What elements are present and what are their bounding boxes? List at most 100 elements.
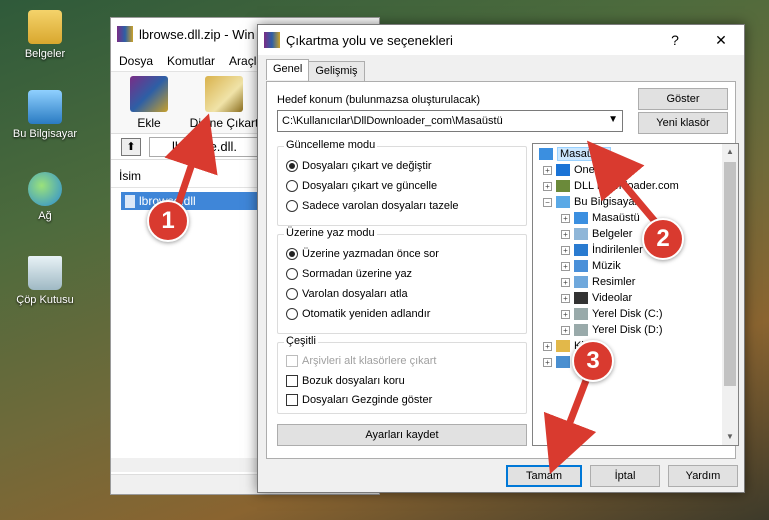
scroll-thumb[interactable] bbox=[724, 162, 736, 386]
tree-node-label: Belgeler bbox=[592, 228, 633, 240]
desktop-icon-belgeler[interactable]: Belgeler bbox=[0, 10, 90, 60]
menu-dosya[interactable]: Dosya bbox=[119, 54, 153, 68]
expand-icon[interactable]: + bbox=[561, 245, 570, 255]
desktop-icon bbox=[574, 212, 588, 224]
update-mode-group: Güncelleme modu Dosyaları çıkart ve deği… bbox=[277, 139, 527, 226]
user-icon bbox=[556, 180, 570, 192]
scroll-down-icon[interactable]: ▼ bbox=[722, 429, 738, 445]
help-button[interactable]: Yardım bbox=[668, 465, 738, 487]
misc-group: Çeşitli Arşivleri alt klasörlere çıkart … bbox=[277, 335, 527, 414]
new-folder-button[interactable]: Yeni klasör bbox=[638, 112, 728, 134]
tree-node-label: Yerel Disk (C:) bbox=[592, 308, 663, 320]
option-label: Dosyaları çıkart ve güncelle bbox=[302, 180, 438, 192]
tree-node[interactable]: + DLL Downloader.com bbox=[543, 178, 679, 194]
radio-icon bbox=[286, 180, 298, 192]
expand-icon[interactable]: + bbox=[561, 213, 570, 223]
expand-icon[interactable]: + bbox=[561, 229, 570, 239]
menu-komutlar[interactable]: Komutlar bbox=[167, 54, 215, 68]
extract-button-label: Dizine Çıkart bbox=[189, 116, 259, 130]
tree-node[interactable]: − Bu Bilgisayar bbox=[543, 194, 638, 210]
desktop-icon-cop-kutusu[interactable]: Çöp Kutusu bbox=[0, 256, 90, 306]
tree-node-label: Resimler bbox=[592, 276, 636, 288]
overwrite-option-no-prompt[interactable]: Sormadan üzerine yaz bbox=[286, 268, 412, 280]
tree-node-label: OneDr bbox=[574, 164, 607, 176]
option-label: Sadece varolan dosyaları tazele bbox=[302, 200, 459, 212]
update-option-freshen[interactable]: Sadece varolan dosyaları tazele bbox=[286, 200, 459, 212]
misc-option-keep-broken[interactable]: Bozuk dosyaları koru bbox=[286, 375, 405, 387]
expand-icon[interactable]: + bbox=[543, 341, 552, 351]
tree-node[interactable]: + Videolar bbox=[561, 290, 632, 306]
close-icon[interactable]: ✕ bbox=[698, 25, 744, 55]
winrar-title: lbrowse.dll.zip - Win bbox=[139, 26, 255, 42]
option-label: Arşivleri alt klasörlere çıkart bbox=[302, 355, 437, 367]
destination-path-combo[interactable]: C:\Kullanıcılar\DllDownloader_com\Masaüs… bbox=[277, 110, 623, 132]
expand-icon[interactable]: + bbox=[561, 325, 570, 335]
destination-path-value: C:\Kullanıcılar\DllDownloader_com\Masaüs… bbox=[282, 115, 503, 127]
option-label: Otomatik yeniden adlandır bbox=[302, 308, 431, 320]
pictures-icon bbox=[574, 276, 588, 288]
desktop-icon-ag[interactable]: Ağ bbox=[0, 172, 90, 222]
collapse-icon[interactable]: − bbox=[543, 197, 552, 207]
tree-node[interactable]: + Masaüstü bbox=[561, 210, 640, 226]
update-option-extract-replace[interactable]: Dosyaları çıkart ve değiştir bbox=[286, 160, 432, 172]
save-settings-button[interactable]: Ayarları kaydet bbox=[277, 424, 527, 446]
tree-node[interactable]: + Yerel Disk (C:) bbox=[561, 306, 663, 322]
drive-icon bbox=[574, 324, 588, 336]
tree-node[interactable]: + Müzik bbox=[561, 258, 621, 274]
network-icon bbox=[556, 356, 570, 368]
tree-node-label: İndirilenler bbox=[592, 244, 643, 256]
dialog-title: Çıkartma yolu ve seçenekleri bbox=[286, 32, 453, 48]
overwrite-option-skip[interactable]: Varolan dosyaları atla bbox=[286, 288, 408, 300]
folder-tree[interactable]: ▲ ▼ Masaüstü + OneDr + DLL Downloader.com − Bu… bbox=[532, 143, 739, 446]
expand-icon[interactable]: + bbox=[561, 309, 570, 319]
extract-to-button[interactable]: Dizine Çıkart bbox=[189, 76, 259, 130]
tree-node[interactable]: Masaüstü bbox=[539, 146, 611, 162]
overwrite-mode-title: Üzerine yaz modu bbox=[284, 227, 377, 239]
update-option-extract-update[interactable]: Dosyaları çıkart ve güncelle bbox=[286, 180, 437, 192]
overwrite-option-ask[interactable]: Üzerine yazmadan önce sor bbox=[286, 248, 439, 260]
radio-icon bbox=[286, 268, 298, 280]
expand-icon[interactable]: + bbox=[543, 181, 552, 191]
overwrite-mode-group: Üzerine yaz modu Üzerine yazmadan önce s… bbox=[277, 227, 527, 334]
checkbox-icon bbox=[286, 375, 298, 387]
expand-icon[interactable]: + bbox=[561, 261, 570, 271]
music-icon bbox=[574, 260, 588, 272]
cancel-button[interactable]: İptal bbox=[590, 465, 660, 487]
tree-node[interactable]: + Yerel Disk (D:) bbox=[561, 322, 663, 338]
expand-icon[interactable]: + bbox=[543, 357, 552, 367]
tree-node[interactable]: + İndirilenler bbox=[561, 242, 643, 258]
option-label: Varolan dosyaları atla bbox=[302, 288, 408, 300]
radio-icon bbox=[286, 308, 298, 320]
tree-scrollbar[interactable]: ▲ ▼ bbox=[722, 144, 738, 445]
expand-icon[interactable]: + bbox=[561, 293, 570, 303]
expand-icon[interactable]: + bbox=[561, 277, 570, 287]
add-button[interactable]: Ekle bbox=[123, 76, 175, 130]
tree-node-label: Bu Bilgisayar bbox=[574, 196, 639, 208]
overwrite-option-rename[interactable]: Otomatik yeniden adlandır bbox=[286, 308, 430, 320]
up-folder-button[interactable]: ⬆ bbox=[121, 137, 141, 156]
add-button-label: Ekle bbox=[137, 116, 161, 130]
dialog-titlebar[interactable]: Çıkartma yolu ve seçenekleri ? ✕ bbox=[258, 25, 744, 55]
archive-add-icon bbox=[130, 76, 168, 112]
ok-button[interactable]: Tamam bbox=[506, 465, 582, 487]
file-row[interactable]: lbrowse.dll bbox=[121, 192, 261, 210]
expand-icon[interactable]: + bbox=[543, 165, 552, 175]
option-label: Bozuk dosyaları koru bbox=[302, 375, 405, 387]
tree-node-label: Videolar bbox=[592, 292, 633, 304]
misc-option-show-in-explorer[interactable]: Dosyaları Gezginde göster bbox=[286, 394, 432, 406]
onedrive-icon bbox=[556, 164, 570, 176]
scroll-up-icon[interactable]: ▲ bbox=[722, 144, 738, 160]
update-mode-title: Güncelleme modu bbox=[284, 139, 378, 151]
misc-option-subfolders[interactable]: Arşivleri alt klasörlere çıkart bbox=[286, 355, 436, 367]
desktop-icon-bu-bilgisayar[interactable]: Bu Bilgisayar bbox=[0, 90, 90, 140]
help-title-button[interactable]: ? bbox=[652, 25, 698, 55]
tree-node[interactable]: + OneDr bbox=[543, 162, 606, 178]
option-label: Dosyaları çıkart ve değiştir bbox=[302, 160, 432, 172]
tab-gelismis[interactable]: Gelişmiş bbox=[308, 61, 365, 82]
tab-genel[interactable]: Genel bbox=[266, 59, 310, 80]
download-icon bbox=[574, 244, 588, 256]
tree-node[interactable]: + Belgeler bbox=[561, 226, 632, 242]
tree-node[interactable]: + Resimler bbox=[561, 274, 635, 290]
desktop-icon bbox=[539, 148, 553, 160]
show-button[interactable]: Göster bbox=[638, 88, 728, 110]
